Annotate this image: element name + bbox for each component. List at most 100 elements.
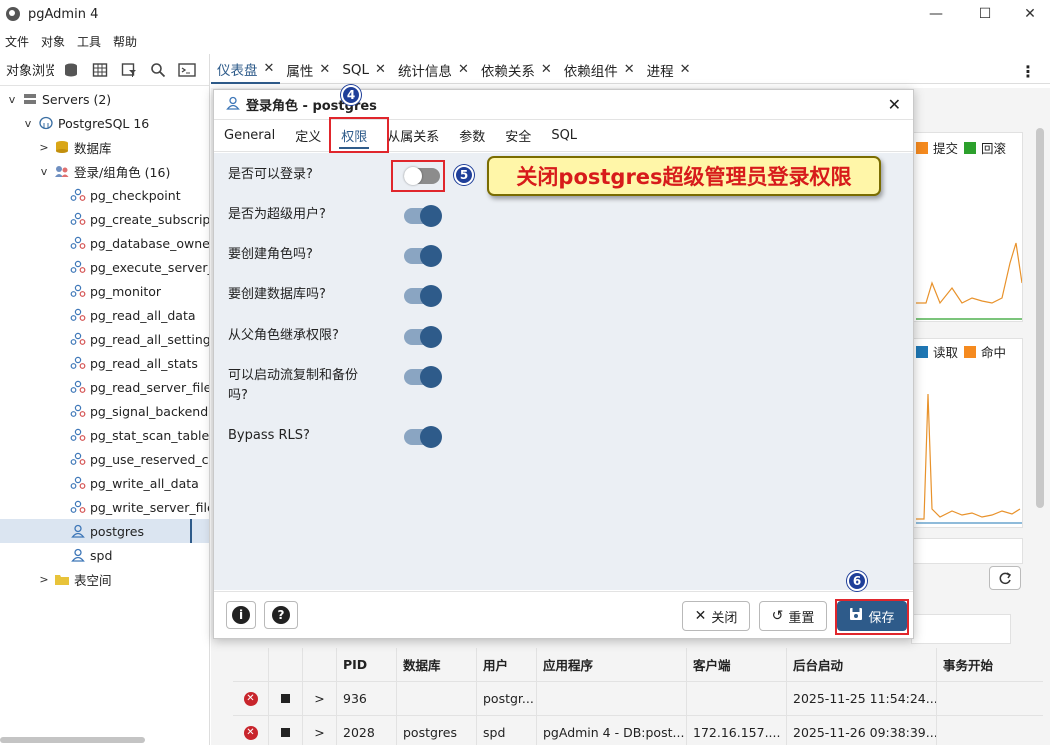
pgadmin-logo-icon [6,7,20,21]
table-header-cell[interactable]: 事务开始 [937,648,1041,681]
tab-label: 进程 [646,63,674,80]
psql-terminal-icon[interactable] [175,58,199,82]
help-button[interactable]: ? [264,601,298,629]
tree-node-role[interactable]: pg_write_server_files [0,495,209,519]
create-databases-toggle[interactable] [404,285,442,307]
horizontal-scrollbar[interactable] [0,737,145,743]
tab-dependencies[interactable]: 依赖关系 ✕ [475,56,558,84]
maximize-button[interactable]: ☐ [962,0,1008,28]
dialog-tab-security[interactable]: 安全 [495,120,541,152]
close-icon[interactable]: ✕ [541,62,552,77]
tab-statistics[interactable]: 统计信息 ✕ [392,56,475,84]
tree-node-label: pg_create_subscript [90,211,210,227]
search-box[interactable] [911,614,1011,644]
table-header-cell[interactable]: 应用程序 [537,648,687,681]
table-header-cell[interactable]: PID [337,648,397,681]
table-header-cell[interactable]: 客户端 [687,648,787,681]
tree-node-login-group-roles[interactable]: v 登录/组角色 (16) [0,159,209,183]
minimize-button[interactable]: — [913,0,959,28]
close-icon[interactable]: ✕ [458,62,469,77]
tab-dashboard[interactable]: 仪表盘 ✕ [211,56,281,84]
info-button[interactable]: i [226,601,256,629]
terminate-icon: ✕ [243,725,258,740]
superuser-toggle[interactable] [404,205,442,227]
chevron-right-icon[interactable]: > [38,573,50,586]
tree-node-role[interactable]: pg_execute_server_p [0,255,209,279]
inherit-rights-toggle[interactable] [404,326,442,348]
table-header-cell[interactable]: 数据库 [397,648,477,681]
chevron-down-icon[interactable]: v [38,165,50,178]
chevron-down-icon[interactable]: v [22,117,34,130]
menu-help[interactable]: 帮助 [113,33,137,50]
tab-label: 仪表盘 [217,62,258,79]
table-header-cell[interactable]: 用户 [477,648,537,681]
close-icon[interactable]: ✕ [319,62,330,77]
chevron-down-icon[interactable]: v [6,93,18,106]
menu-bar: 文件 对象 工具 帮助 [0,30,144,52]
close-button[interactable]: ✕ 关闭 [682,601,750,631]
replication-toggle[interactable] [404,366,442,388]
tree-node-role[interactable]: pg_write_all_data [0,471,209,495]
tab-sql[interactable]: SQL ✕ [336,56,392,84]
close-window-button[interactable]: ✕ [1007,0,1050,28]
group-role-icon [70,500,86,514]
bypass-rls-toggle[interactable] [404,426,442,448]
tree-node-role[interactable]: pg_monitor [0,279,209,303]
query-tool-icon[interactable] [59,58,83,82]
filter-rows-icon[interactable] [117,58,141,82]
tree-node-postgresql-16[interactable]: v PostgreSQL 16 [0,111,209,135]
close-icon[interactable]: ✕ [680,62,691,77]
tree-node-tablespaces[interactable]: > 表空间 [0,567,209,591]
close-icon[interactable]: ✕ [375,62,386,77]
tree-node-role[interactable]: pg_create_subscript [0,207,210,231]
view-data-icon[interactable] [88,58,112,82]
table-header-cell[interactable]: 后台启动 [787,648,937,681]
tree-node-role[interactable]: pg_database_owner [0,231,209,255]
expand-row-button[interactable]: > [303,716,337,745]
terminate-session-button[interactable]: ✕ [233,716,269,745]
vertical-scrollbar[interactable] [1036,128,1044,508]
cancel-query-button[interactable] [269,716,303,745]
terminate-session-button[interactable]: ✕ [233,682,269,715]
tree-node-role[interactable]: pg_use_reserved_co [0,447,210,471]
dialog-tab-parameters[interactable]: 参数 [449,120,495,152]
privileges-form: 是否可以登录? 是否为超级用户? 要创建角色吗? 要创建数据库吗? 从父角色继承… [214,153,913,590]
reset-button[interactable]: ↺ 重置 [759,601,827,631]
cancel-query-button[interactable] [269,682,303,715]
group-role-icon [70,308,86,322]
refresh-button[interactable] [989,566,1021,590]
chevron-right-icon[interactable]: > [38,141,50,154]
table-cell [937,716,1041,745]
tree-node-label: pg_read_all_data [90,307,196,323]
menu-file[interactable]: 文件 [5,33,29,50]
tab-properties[interactable]: 属性 ✕ [280,56,336,84]
tree-node-databases[interactable]: > 数据库 [0,135,209,159]
create-roles-toggle[interactable] [404,245,442,267]
tab-processes[interactable]: 进程 ✕ [641,56,697,84]
tree-node-role[interactable]: pg_read_server_files [0,375,209,399]
tree-node-role[interactable]: pg_read_all_stats [0,351,209,375]
close-dialog-icon[interactable]: ✕ [888,95,901,114]
close-icon[interactable]: ✕ [264,61,275,76]
dialog-tab-general[interactable]: General [214,120,285,152]
tree-node-spd-role[interactable]: spd [0,543,209,567]
group-role-icon [70,356,86,370]
tree-node-role[interactable]: pg_stat_scan_tables [0,423,209,447]
menu-tools[interactable]: 工具 [77,33,101,50]
tree-node-role[interactable]: pg_read_all_settings [0,327,209,351]
more-options-icon[interactable]: ⋮ [1020,62,1036,81]
tree-node-role[interactable]: pg_checkpoint [0,183,209,207]
menu-object[interactable]: 对象 [41,33,65,50]
dialog-tab-sql[interactable]: SQL [541,120,587,152]
help-icon: ? [272,606,290,624]
tree-node-role[interactable]: pg_signal_backend [0,399,209,423]
close-icon[interactable]: ✕ [624,62,635,77]
tree-node-role[interactable]: pg_read_all_data [0,303,209,327]
tree-node-servers[interactable]: v Servers (2) [0,87,209,111]
expand-row-button[interactable]: > [303,682,337,715]
search-icon[interactable] [146,58,170,82]
tree-node-postgres-role[interactable]: postgres [0,519,209,543]
tab-dependents[interactable]: 依赖组件 ✕ [558,56,641,84]
dialog-tab-definition[interactable]: 定义 [285,120,331,152]
tree-node-label: pg_use_reserved_co [90,451,210,467]
